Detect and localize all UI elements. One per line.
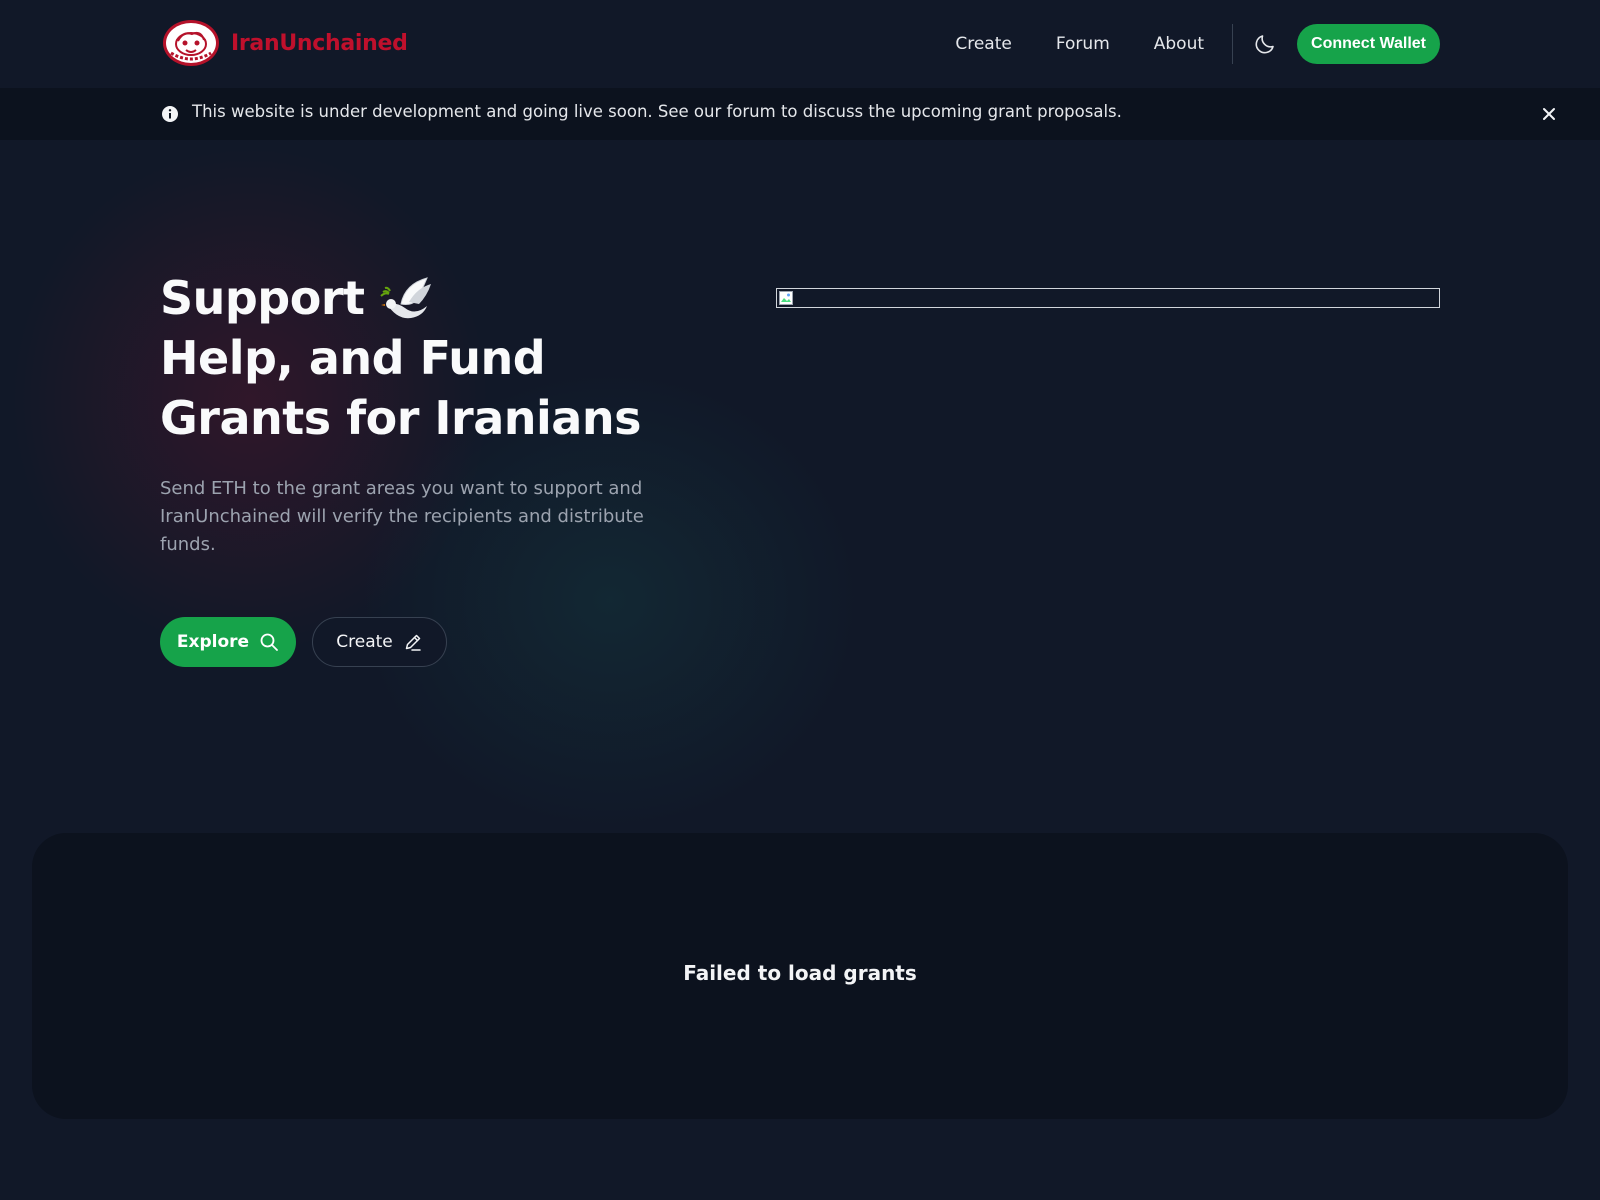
hero-title: Support Help, and Fund Grants for Irania… xyxy=(160,268,680,448)
explore-button-label: Explore xyxy=(176,632,250,652)
hero-title-line-3: Grants for Iranians xyxy=(160,391,641,445)
broken-image-icon xyxy=(779,291,793,305)
create-button[interactable]: Create xyxy=(312,617,447,667)
brand-name: IranUnchained xyxy=(231,30,408,56)
dove-icon xyxy=(379,276,431,318)
nav-divider xyxy=(1232,24,1234,64)
pencil-icon xyxy=(405,634,421,651)
hero-image xyxy=(776,288,1440,308)
nav-link-about[interactable]: About xyxy=(1154,34,1204,54)
logo-icon xyxy=(163,20,219,66)
grants-error-message: Failed to load grants xyxy=(683,961,917,985)
hero-subtitle: Send ETH to the grant areas you want to … xyxy=(160,478,644,555)
logo-link[interactable]: IranUnchained xyxy=(163,20,408,66)
explore-button[interactable]: Explore xyxy=(160,617,296,667)
hero-title-line-1: Support xyxy=(160,271,365,325)
connect-wallet-button[interactable]: Connect Wallet xyxy=(1297,24,1440,64)
create-button-label: Create xyxy=(336,632,393,652)
moon-icon xyxy=(1255,35,1274,54)
main-nav: Create Forum About Connect Wallet xyxy=(955,24,1440,64)
search-icon xyxy=(260,633,278,651)
close-icon xyxy=(1543,108,1555,120)
header: IranUnchained Create Forum About Connect… xyxy=(0,0,1600,88)
dev-notice-banner: This website is under development and go… xyxy=(0,88,1600,140)
info-icon xyxy=(162,106,178,122)
page: IranUnchained Create Forum About Connect… xyxy=(0,0,1600,1200)
hero-title-line-2: Help, and Fund xyxy=(160,331,546,385)
theme-toggle-button[interactable] xyxy=(1245,24,1285,64)
nav-link-create[interactable]: Create xyxy=(955,34,1012,54)
banner-close-button[interactable] xyxy=(1538,103,1560,125)
nav-link-forum[interactable]: Forum xyxy=(1056,34,1110,54)
banner-message: This website is under development and go… xyxy=(192,102,1122,121)
grants-panel: Failed to load grants xyxy=(32,833,1568,1119)
